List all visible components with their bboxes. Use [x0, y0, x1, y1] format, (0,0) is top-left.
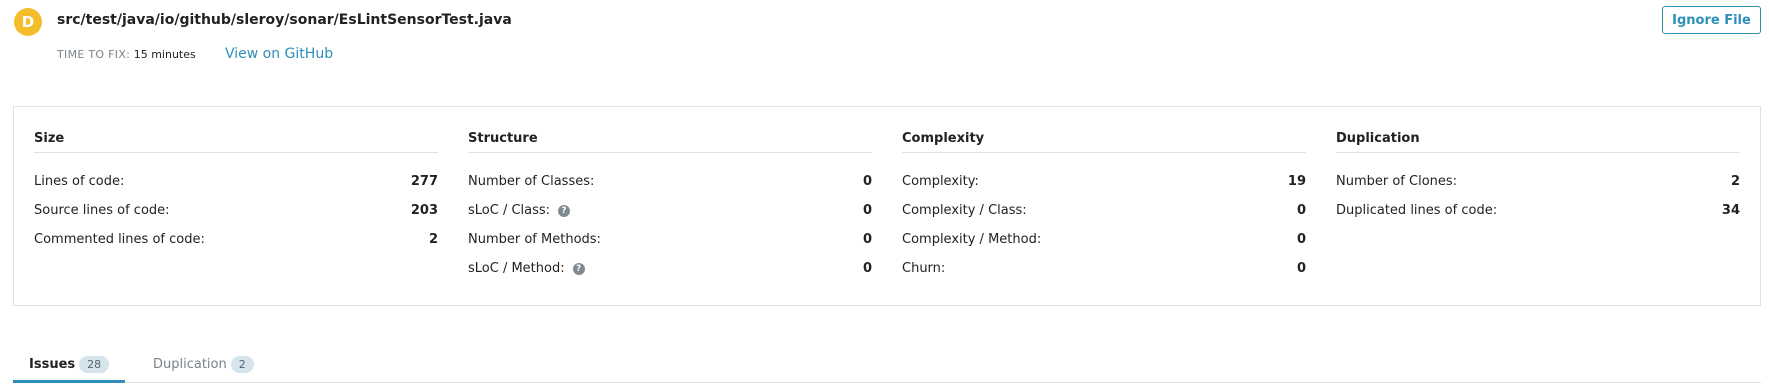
metric-value: 2: [1730, 174, 1740, 189]
view-on-github-link[interactable]: View on GitHub: [225, 46, 333, 62]
size-title: Size: [34, 131, 438, 153]
grade-badge: D: [14, 8, 42, 36]
metric-label: sLoC / Class:: [468, 203, 551, 218]
metric-row: Duplicated lines of code: 34: [1336, 196, 1740, 225]
metric-label: Complexity / Method:: [902, 232, 1042, 247]
metric-label: Number of Classes:: [468, 174, 595, 189]
metric-value: 0: [862, 232, 872, 247]
metric-label: Complexity:: [902, 174, 979, 189]
metric-row: Number of Clones: 2: [1336, 167, 1740, 196]
tab-issues[interactable]: Issues 28: [13, 348, 126, 383]
metric-row: Complexity / Method: 0: [902, 225, 1306, 254]
metric-label: Number of Methods:: [468, 232, 601, 247]
time-to-fix: TIME TO FIX: 15 minutes: [57, 48, 196, 61]
tab-duplication[interactable]: Duplication 2: [153, 348, 254, 381]
duplication-section: Duplication Number of Clones: 2 Duplicat…: [1336, 131, 1740, 225]
metric-value: 34: [1721, 203, 1740, 218]
metric-row: sLoC / Class:? 0: [468, 196, 872, 225]
ignore-file-button[interactable]: Ignore File: [1662, 6, 1761, 34]
duplication-title: Duplication: [1336, 131, 1740, 153]
metric-value: 19: [1287, 174, 1306, 189]
metric-label: Duplicated lines of code:: [1336, 203, 1498, 218]
metric-label: Commented lines of code:: [34, 232, 205, 247]
metric-value: 0: [862, 203, 872, 218]
metric-label-wrap: sLoC / Class:?: [468, 203, 571, 218]
metric-row: Lines of code: 277: [34, 167, 438, 196]
metric-row: Complexity / Class: 0: [902, 196, 1306, 225]
tab-count-badge: 2: [230, 356, 254, 373]
metric-label: Lines of code:: [34, 174, 125, 189]
metric-value: 2: [428, 232, 438, 247]
metric-label: sLoC / Method:: [468, 261, 565, 276]
metric-value: 0: [862, 174, 872, 189]
complexity-title: Complexity: [902, 131, 1306, 153]
metric-label: Complexity / Class:: [902, 203, 1027, 218]
structure-title: Structure: [468, 131, 872, 153]
metric-row: Complexity: 19: [902, 167, 1306, 196]
metric-row: Number of Methods: 0: [468, 225, 872, 254]
metric-label-wrap: sLoC / Method:?: [468, 261, 585, 276]
metric-value: 203: [410, 203, 438, 218]
time-to-fix-value: 15 minutes: [133, 48, 196, 61]
size-section: Size Lines of code: 277 Source lines of …: [34, 131, 438, 254]
metric-label: Number of Clones:: [1336, 174, 1458, 189]
metric-row: Commented lines of code: 2: [34, 225, 438, 254]
tab-count-badge: 28: [79, 355, 110, 373]
metric-value: 0: [1296, 232, 1306, 247]
tab-label: Issues: [29, 356, 76, 372]
file-path: src/test/java/io/github/sleroy/sonar/EsL…: [57, 12, 512, 28]
metric-value: 0: [1296, 261, 1306, 276]
complexity-section: Complexity Complexity: 19 Complexity / C…: [902, 131, 1306, 283]
metrics-panel: Size Lines of code: 277 Source lines of …: [13, 106, 1761, 306]
metric-row: Churn: 0: [902, 254, 1306, 283]
structure-section: Structure Number of Classes: 0 sLoC / Cl…: [468, 131, 872, 283]
metric-label: Churn:: [902, 261, 946, 276]
time-to-fix-label: TIME TO FIX:: [57, 48, 131, 61]
metric-label: Source lines of code:: [34, 203, 170, 218]
metric-value: 0: [862, 261, 872, 276]
metric-value: 277: [410, 174, 438, 189]
help-icon[interactable]: ?: [572, 262, 585, 275]
metric-row: Source lines of code: 203: [34, 196, 438, 225]
help-icon[interactable]: ?: [558, 204, 571, 217]
tab-bar: Issues 28 Duplication 2: [13, 348, 1761, 383]
tab-label: Duplication: [153, 357, 227, 372]
metric-row: sLoC / Method:? 0: [468, 254, 872, 283]
metric-value: 0: [1296, 203, 1306, 218]
metric-row: Number of Classes: 0: [468, 167, 872, 196]
